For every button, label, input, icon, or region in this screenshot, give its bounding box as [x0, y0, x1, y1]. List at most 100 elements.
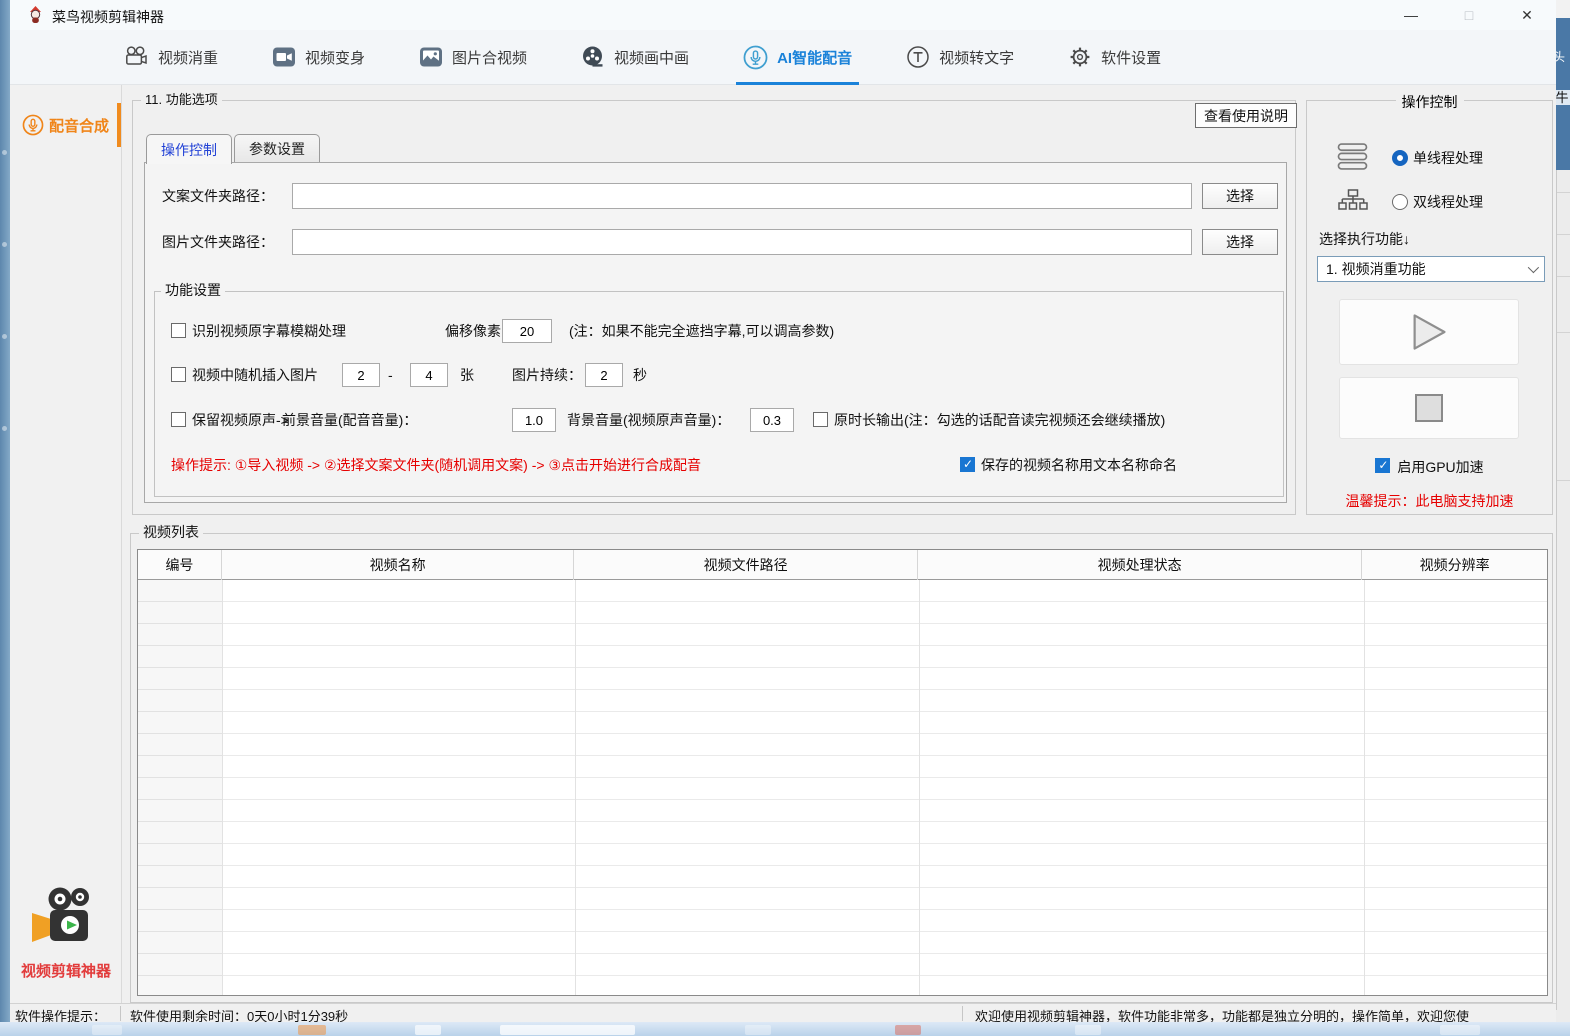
- text-folder-browse-button[interactable]: 选择: [1202, 183, 1278, 209]
- select-function-label: 选择执行功能↓: [1319, 229, 1410, 249]
- video-table-body: [138, 580, 1547, 996]
- stop-button[interactable]: [1339, 377, 1519, 439]
- background-window-fragment: 头 牛: [1556, 18, 1570, 170]
- picture-icon: [419, 45, 443, 69]
- sidebar-item-voice-synthesis[interactable]: 配音合成: [10, 103, 121, 147]
- subtitle-blur-label: 识别视频原字幕模糊处理: [192, 318, 346, 344]
- tab-parameter-settings[interactable]: 参数设置: [234, 134, 320, 163]
- desktop-edge-right: 头 牛: [1556, 0, 1570, 1036]
- column-header-name[interactable]: 视频名称: [222, 550, 575, 580]
- app-logo-icon: [26, 5, 45, 29]
- dual-thread-radio[interactable]: [1392, 194, 1408, 210]
- save-name-label: 保存的视频名称用文本名称命名: [981, 452, 1177, 478]
- gpu-label: 启用GPU加速: [1397, 457, 1483, 477]
- text-folder-path-input[interactable]: [292, 183, 1192, 209]
- keep-audio-checkbox[interactable]: [171, 412, 186, 427]
- offset-pixels-input[interactable]: [502, 319, 552, 343]
- keep-audio-label: 保留视频原声->: [192, 407, 289, 433]
- bg-volume-label: 背景音量(视频原声音量)：: [567, 407, 730, 433]
- video-list-group: 视频列表 编号 视频名称 视频文件路径 视频处理状态 视频分辨率: [130, 533, 1553, 1003]
- letter-t-icon: [906, 45, 930, 69]
- app-window: 菜鸟视频剪辑神器 — □ ✕ 视频消重: [10, 0, 1556, 1022]
- insert-images-checkbox[interactable]: [171, 367, 186, 382]
- insert-max-input[interactable]: [410, 363, 448, 387]
- image-folder-path-label: 图片文件夹路径：: [162, 229, 274, 255]
- maximize-button[interactable]: □: [1440, 0, 1498, 30]
- status-welcome-text: 欢迎使用视频剪辑神器，软件功能非常多，功能都是独立分明的，操作简单，欢迎您使: [975, 1006, 1469, 1022]
- single-thread-label: 单线程处理: [1413, 141, 1483, 175]
- start-button[interactable]: [1339, 299, 1519, 365]
- column-header-index[interactable]: 编号: [138, 550, 222, 580]
- image-duration-label: 图片持续：: [512, 362, 582, 388]
- bg-volume-input[interactable]: [750, 408, 794, 432]
- column-header-path[interactable]: 视频文件路径: [574, 550, 918, 580]
- dual-thread-label: 双线程处理: [1413, 185, 1483, 219]
- image-folder-path-input[interactable]: [292, 229, 1192, 255]
- original-duration-label: 原时长输出(注：勾选的话配音读完视频还会继续播放): [834, 407, 1165, 433]
- taskbar: [0, 1022, 1570, 1036]
- window-title: 菜鸟视频剪辑神器: [52, 7, 164, 27]
- image-duration-input[interactable]: [585, 363, 623, 387]
- save-name-checkbox[interactable]: [960, 457, 975, 472]
- nav-item-ai-voice[interactable]: AI智能配音: [743, 30, 852, 85]
- function-select[interactable]: 1. 视频消重功能: [1317, 256, 1545, 282]
- function-settings-title: 功能设置: [161, 282, 225, 298]
- nav-label: AI智能配音: [777, 47, 852, 68]
- desktop-edge-left: [0, 0, 10, 1036]
- nav-label: 视频画中画: [614, 47, 689, 68]
- nav-item-image-to-video[interactable]: 图片合视频: [419, 30, 527, 85]
- single-thread-radio[interactable]: [1392, 150, 1408, 166]
- dual-thread-icon: [1338, 187, 1368, 220]
- screen: 菜鸟视频剪辑神器 — □ ✕ 视频消重: [0, 0, 1570, 1036]
- function-tabs: 操作控制 参数设置: [146, 134, 322, 164]
- nav-item-video-pip[interactable]: 视频画中画: [581, 30, 689, 85]
- image-folder-browse-button[interactable]: 选择: [1202, 229, 1278, 255]
- title-bar: 菜鸟视频剪辑神器 — □ ✕: [10, 0, 1556, 30]
- single-thread-icon: [1337, 143, 1369, 176]
- function-settings-group: 功能设置 识别视频原字幕模糊处理 偏移像素： (注：如果不能完全遮挡字幕,可以调…: [154, 291, 1284, 497]
- row-header-column: [138, 580, 222, 996]
- nav-item-video-transform[interactable]: 视频变身: [272, 30, 365, 85]
- fg-volume-input[interactable]: [512, 408, 556, 432]
- tab-operation-control[interactable]: 操作控制: [146, 134, 232, 164]
- function-options-group: 11. 功能选项 操作控制 参数设置 文案文件夹路径： 选择 图片文件夹路径： …: [132, 100, 1296, 515]
- stop-icon: [1413, 392, 1445, 424]
- function-group-title: 11. 功能选项: [141, 92, 222, 108]
- nav-item-settings[interactable]: 软件设置: [1068, 30, 1161, 85]
- column-header-resolution[interactable]: 视频分辨率: [1362, 550, 1547, 580]
- gear-icon: [1068, 45, 1092, 69]
- fg-volume-label: 前景音量(配音音量)：: [282, 407, 417, 433]
- keep-audio-row: 保留视频原声-> 前景音量(配音音量)： 背景音量(视频原声音量)： 原时长输出…: [155, 407, 1283, 433]
- chevron-down-icon: [1528, 262, 1539, 273]
- gpu-row: 启用GPU加速: [1307, 457, 1552, 477]
- insert-min-input[interactable]: [342, 363, 380, 387]
- minimize-button[interactable]: —: [1382, 0, 1440, 30]
- subtitle-blur-checkbox[interactable]: [171, 323, 186, 338]
- hint-row: 操作提示: ①导入视频 -> ②选择文案文件夹(随机调用文案) -> ③点击开始…: [155, 452, 1283, 478]
- camera-logo-icon: [29, 934, 103, 951]
- window-controls: — □ ✕: [1382, 0, 1556, 30]
- nav-item-video-to-text[interactable]: 视频转文字: [906, 30, 1014, 85]
- status-time-text: 软件使用剩余时间：0天0小时1分39秒: [130, 1006, 348, 1022]
- play-icon: [1408, 311, 1450, 353]
- column-header-status[interactable]: 视频处理状态: [918, 550, 1362, 580]
- original-duration-checkbox[interactable]: [813, 412, 828, 427]
- view-instructions-button[interactable]: 查看使用说明: [1195, 103, 1297, 128]
- camcorder-icon: [272, 45, 296, 69]
- insert-images-row: 视频中随机插入图片 - 张 图片持续： 秒: [155, 362, 1283, 388]
- insert-unit-label: 张: [460, 362, 474, 388]
- dual-thread-row: 双线程处理: [1307, 185, 1552, 219]
- nav-item-video-dedup[interactable]: 视频消重: [123, 30, 218, 85]
- gpu-checkbox[interactable]: [1375, 458, 1390, 473]
- close-button[interactable]: ✕: [1498, 0, 1556, 30]
- operation-hint-text: 操作提示: ①导入视频 -> ②选择文案文件夹(随机调用文案) -> ③点击开始…: [171, 452, 701, 478]
- duration-unit-label: 秒: [633, 362, 647, 388]
- video-list-title: 视频列表: [139, 524, 203, 540]
- sidebar: 配音合成 视频剪: [10, 85, 122, 1003]
- text-folder-path-label: 文案文件夹路径：: [162, 183, 274, 209]
- sidebar-logo-label: 视频剪辑神器: [10, 960, 122, 981]
- nav-label: 软件设置: [1101, 47, 1161, 68]
- nav-label: 视频变身: [305, 47, 365, 68]
- offset-note: (注：如果不能完全遮挡字幕,可以调高参数): [569, 318, 834, 344]
- operation-control-group: 操作控制 单线程处理: [1306, 100, 1553, 515]
